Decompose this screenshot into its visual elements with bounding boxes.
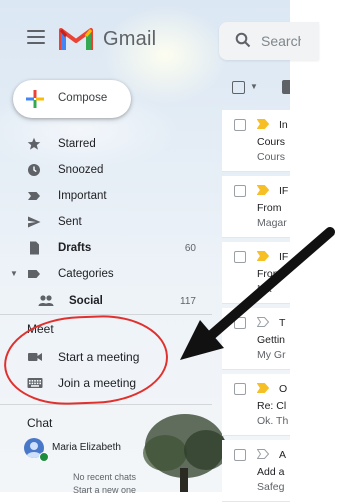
chat-contact[interactable]: Maria Elizabeth — [0, 436, 210, 462]
email-list: ▼ In Cours Cours IF From Magar IF From Ma T Gettin… — [222, 72, 290, 502]
label-icon — [28, 270, 40, 278]
email-row[interactable]: IF From Ma — [222, 242, 290, 304]
divider — [0, 404, 212, 405]
send-icon — [28, 216, 41, 228]
email-row[interactable]: T Gettin My Gr — [222, 308, 290, 370]
expand-arrow-icon[interactable]: ▼ — [10, 269, 18, 278]
row-checkbox[interactable] — [234, 317, 246, 329]
star-icon — [27, 137, 41, 150]
nav-label: Important — [58, 190, 107, 202]
row-checkbox[interactable] — [234, 251, 246, 263]
email-sender: T — [279, 317, 286, 329]
nav-label: Categories — [58, 268, 114, 280]
email-subject: Add a — [257, 466, 285, 478]
nav-label: Drafts — [58, 242, 92, 254]
email-sender: In — [279, 119, 288, 131]
important-marker-icon[interactable] — [257, 383, 269, 393]
email-subject: From — [257, 268, 282, 280]
important-marker-icon[interactable] — [257, 185, 269, 195]
draft-icon — [30, 241, 39, 255]
row-checkbox[interactable] — [234, 383, 246, 395]
nav-label: Social — [69, 295, 103, 307]
email-row[interactable]: In Cours Cours — [222, 110, 290, 172]
row-divider — [222, 237, 290, 238]
row-divider — [222, 171, 290, 172]
email-row[interactable]: O Re: Cl Ok. Th — [222, 374, 290, 436]
nav-item-important[interactable]: Important — [0, 184, 210, 210]
plus-icon — [26, 90, 44, 108]
nav-label: Snoozed — [58, 164, 104, 176]
videocam-icon — [28, 353, 42, 361]
nav-item-social[interactable]: Social 117 — [0, 289, 210, 315]
email-snippet: Ma — [257, 283, 272, 295]
email-snippet: Cours — [257, 151, 286, 163]
row-divider — [222, 435, 290, 436]
social-count: 117 — [180, 296, 196, 307]
start-meeting-button[interactable]: Start a meeting — [0, 344, 210, 370]
chat-title: Chat — [27, 416, 53, 430]
no-chats-text: No recent chats — [73, 472, 137, 482]
refresh-button[interactable] — [282, 80, 290, 94]
nav-item-starred[interactable]: Starred — [0, 132, 210, 158]
email-sender: A — [279, 449, 287, 461]
email-sender: IF — [279, 251, 289, 263]
meet-label: Start a meeting — [58, 350, 140, 364]
list-toolbar: ▼ — [222, 72, 290, 102]
important-marker-icon[interactable] — [257, 119, 269, 129]
divider — [0, 314, 212, 315]
email-subject: From — [257, 202, 282, 214]
row-divider — [222, 369, 290, 370]
row-divider — [222, 303, 290, 304]
email-subject: Cours — [257, 136, 286, 148]
right-margin — [290, 0, 340, 492]
label-important-icon — [28, 192, 40, 200]
search-bar[interactable] — [219, 22, 319, 60]
meet-label: Join a meeting — [58, 376, 137, 390]
nav-item-categories[interactable]: ▼ Categories — [0, 262, 210, 288]
important-marker-icon[interactable] — [257, 449, 269, 459]
nav-item-snoozed[interactable]: Snoozed — [0, 158, 210, 184]
email-row[interactable]: A Add a Safeg — [222, 440, 290, 502]
keyboard-icon — [27, 378, 43, 388]
online-status-icon — [39, 452, 49, 462]
clock-icon — [28, 164, 40, 176]
search-input[interactable] — [261, 32, 301, 50]
email-row[interactable]: IF From Magar — [222, 176, 290, 238]
nav-item-drafts[interactable]: Drafts 60 — [0, 236, 210, 262]
email-sender: IF — [279, 185, 289, 197]
chat-contact-name: Maria Elizabeth — [52, 442, 121, 453]
email-sender: O — [279, 383, 288, 395]
important-marker-icon[interactable] — [257, 251, 269, 261]
people-icon — [38, 295, 54, 306]
nav-label: Sent — [58, 216, 82, 228]
email-snippet: Ok. Th — [257, 415, 289, 427]
nav-item-sent[interactable]: Sent — [0, 210, 210, 236]
email-subject: Re: Cl — [257, 400, 287, 412]
compose-button[interactable]: Compose — [13, 80, 131, 118]
row-checkbox[interactable] — [234, 449, 246, 461]
select-dropdown-icon[interactable]: ▼ — [250, 82, 258, 91]
start-new-chat-text: Start a new one — [73, 485, 137, 495]
join-meeting-button[interactable]: Join a meeting — [0, 370, 210, 396]
compose-label: Compose — [58, 92, 108, 104]
gmail-logo-icon[interactable] — [59, 26, 93, 52]
row-checkbox[interactable] — [234, 185, 246, 197]
drafts-count: 60 — [184, 243, 196, 254]
email-snippet: My Gr — [257, 349, 286, 361]
nav-label: Starred — [58, 138, 96, 150]
header: Gmail — [0, 0, 319, 78]
email-subject: Gettin — [257, 334, 286, 346]
search-icon[interactable] — [235, 32, 251, 48]
select-all-checkbox[interactable] — [232, 81, 245, 94]
app-title: Gmail — [103, 28, 157, 50]
email-snippet: Safeg — [257, 481, 285, 493]
main-menu-icon[interactable] — [27, 30, 45, 44]
meet-title: Meet — [27, 322, 54, 336]
email-snippet: Magar — [257, 217, 287, 229]
row-checkbox[interactable] — [234, 119, 246, 131]
important-marker-icon[interactable] — [257, 317, 269, 327]
